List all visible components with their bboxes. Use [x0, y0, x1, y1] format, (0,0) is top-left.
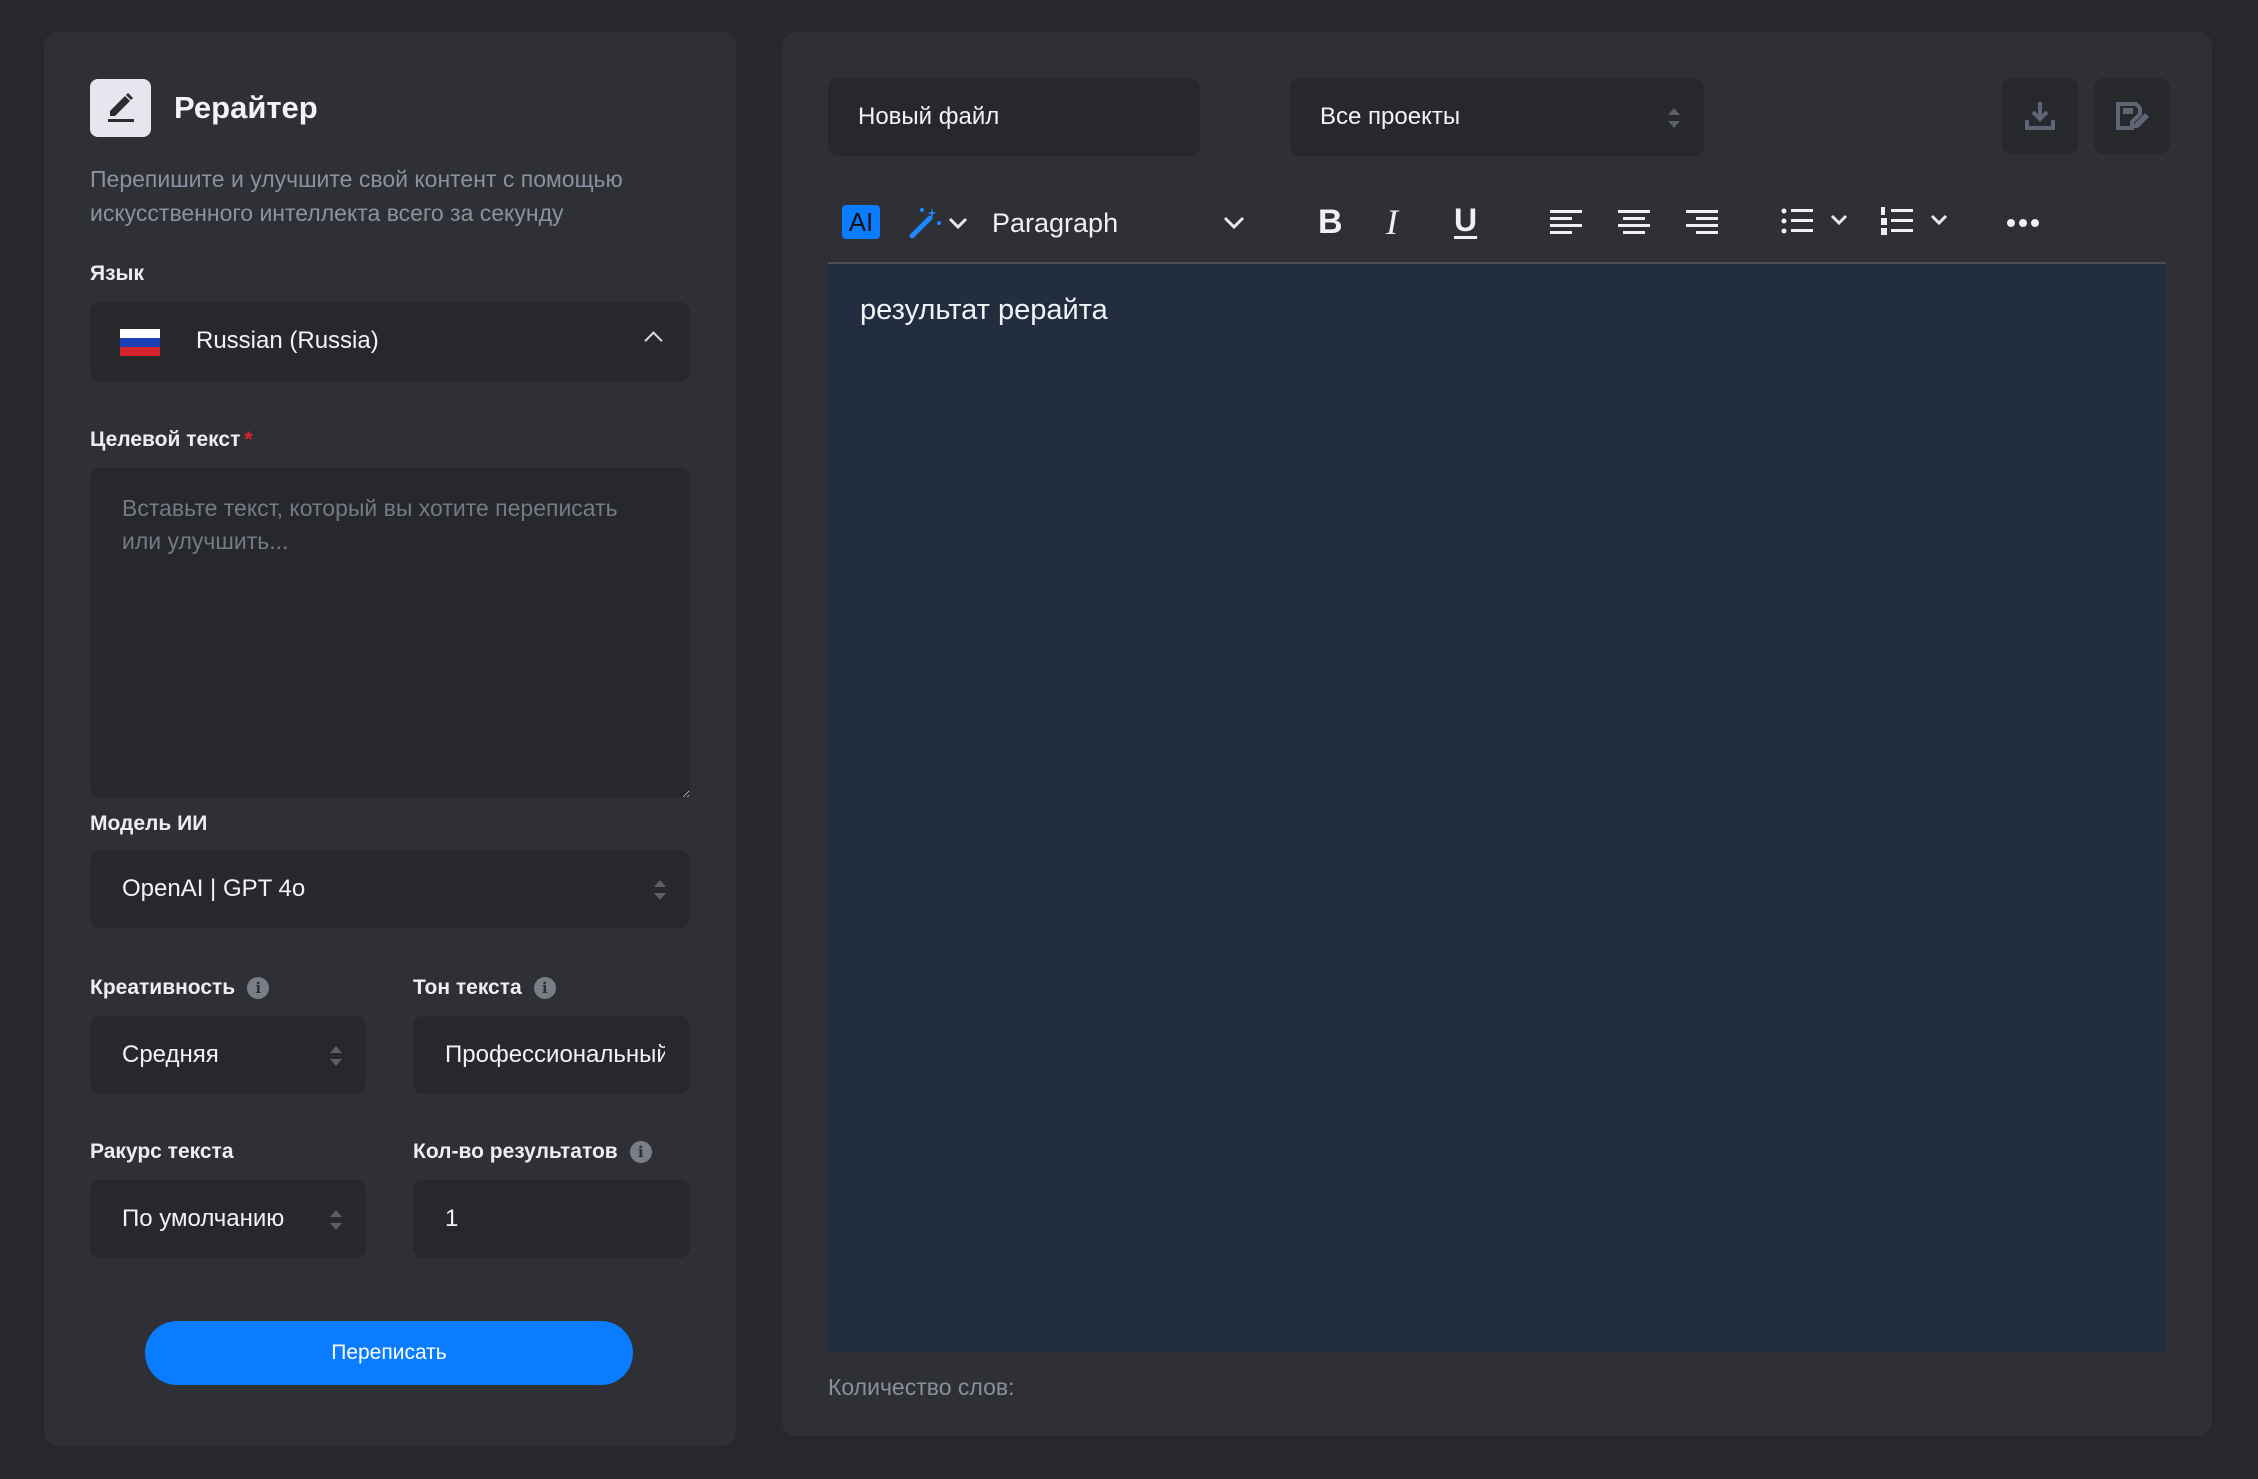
numbered-list-icon — [1881, 207, 1913, 235]
chevron-down-icon — [1930, 214, 1948, 226]
select-arrows-icon — [330, 1210, 342, 1230]
word-count: Количество слов: — [828, 1374, 1015, 1400]
tone-label: Тон текста i — [413, 976, 556, 1000]
chevron-up-icon — [644, 331, 663, 350]
editor-content-area[interactable]: результат рерайта — [828, 264, 2166, 1352]
select-arrows-icon — [654, 880, 666, 900]
magic-wand-icon — [909, 208, 941, 239]
project-select[interactable]: Все проекты — [1290, 78, 1704, 156]
numbered-list-dropdown[interactable] — [1880, 198, 1950, 246]
ai-assist-button[interactable]: AI — [842, 198, 880, 246]
download-icon — [2025, 102, 2055, 130]
model-select[interactable]: OpenAI | GPT 4o — [90, 850, 690, 928]
chevron-down-icon — [948, 217, 968, 230]
target-text-label: Целевой текст * — [90, 428, 253, 452]
model-value: OpenAI | GPT 4o — [122, 875, 306, 902]
bold-button[interactable]: B — [1318, 198, 1343, 246]
block-style-select[interactable]: Paragraph — [992, 198, 1252, 246]
info-icon[interactable]: i — [533, 977, 556, 999]
underline-button[interactable]: U — [1454, 198, 1477, 246]
bold-icon: B — [1318, 203, 1343, 241]
chevron-down-icon — [1223, 216, 1245, 230]
pen-edit-icon — [90, 79, 151, 137]
underline-icon: U — [1454, 202, 1478, 238]
results-count-value: 1 — [445, 1205, 459, 1232]
target-text-label-text: Целевой текст — [90, 428, 241, 451]
creativity-select[interactable]: Средняя — [90, 1016, 366, 1094]
project-value: Все проекты — [1320, 103, 1461, 130]
italic-button[interactable]: I — [1386, 198, 1398, 246]
align-left-button[interactable] — [1548, 198, 1584, 246]
creativity-value: Средняя — [122, 1041, 219, 1068]
more-horizontal-icon — [2007, 219, 2039, 227]
tone-label-text: Тон текста — [413, 976, 522, 999]
bullet-list-dropdown[interactable] — [1780, 198, 1850, 246]
results-count-label: Кол-во результатов i — [413, 1140, 652, 1164]
rewrite-button[interactable]: Переписать — [145, 1321, 633, 1385]
language-select[interactable]: Russian (Russia) — [90, 302, 690, 382]
chevron-down-icon — [1830, 214, 1848, 226]
file-name-input[interactable]: Новый файл — [828, 78, 1200, 156]
creativity-label-text: Креативность — [90, 976, 236, 999]
model-label: Модель ИИ — [90, 812, 208, 835]
align-left-icon — [1550, 210, 1582, 234]
ai-icon: AI — [842, 205, 880, 239]
italic-icon: I — [1386, 202, 1398, 242]
tone-select[interactable]: Профессиональный — [413, 1016, 690, 1094]
editor-content-text: результат рерайта — [860, 294, 1108, 326]
results-count-input[interactable]: 1 — [413, 1180, 690, 1258]
align-center-icon — [1618, 210, 1650, 234]
editor-panel: Новый файл Все проекты AI Paragraph B I … — [782, 32, 2212, 1436]
info-icon[interactable]: i — [247, 977, 270, 999]
save-file-button[interactable] — [2094, 78, 2170, 154]
perspective-value: По умолчанию — [122, 1205, 285, 1232]
required-mark: * — [244, 428, 253, 451]
app-description: Перепишите и улучшите свой контент с пом… — [90, 166, 623, 226]
results-count-label-text: Кол-во результатов — [413, 1140, 618, 1163]
select-arrows-icon — [330, 1046, 342, 1066]
align-center-button[interactable] — [1616, 198, 1652, 246]
tone-value: Профессиональный — [445, 1041, 665, 1068]
bullet-list-icon — [1781, 208, 1813, 234]
magic-wand-dropdown[interactable] — [906, 198, 974, 246]
download-button[interactable] — [2002, 78, 2078, 154]
save-edit-icon — [2116, 102, 2149, 130]
more-options-button[interactable] — [2006, 198, 2042, 246]
align-right-icon — [1686, 210, 1718, 234]
creativity-label: Креативность i — [90, 976, 270, 1000]
align-right-button[interactable] — [1684, 198, 1720, 246]
app-title: Рерайтер — [174, 90, 318, 125]
file-name-value: Новый файл — [858, 103, 1000, 130]
target-text-input[interactable] — [90, 468, 690, 798]
perspective-label: Ракурс текста — [90, 1140, 234, 1163]
block-style-value: Paragraph — [992, 208, 1119, 238]
language-label: Язык — [90, 262, 144, 285]
russia-flag-icon — [120, 329, 160, 356]
perspective-select[interactable]: По умолчанию — [90, 1180, 366, 1258]
select-arrows-icon — [1668, 108, 1680, 128]
language-value: Russian (Russia) — [196, 327, 379, 354]
info-icon[interactable]: i — [629, 1141, 652, 1163]
